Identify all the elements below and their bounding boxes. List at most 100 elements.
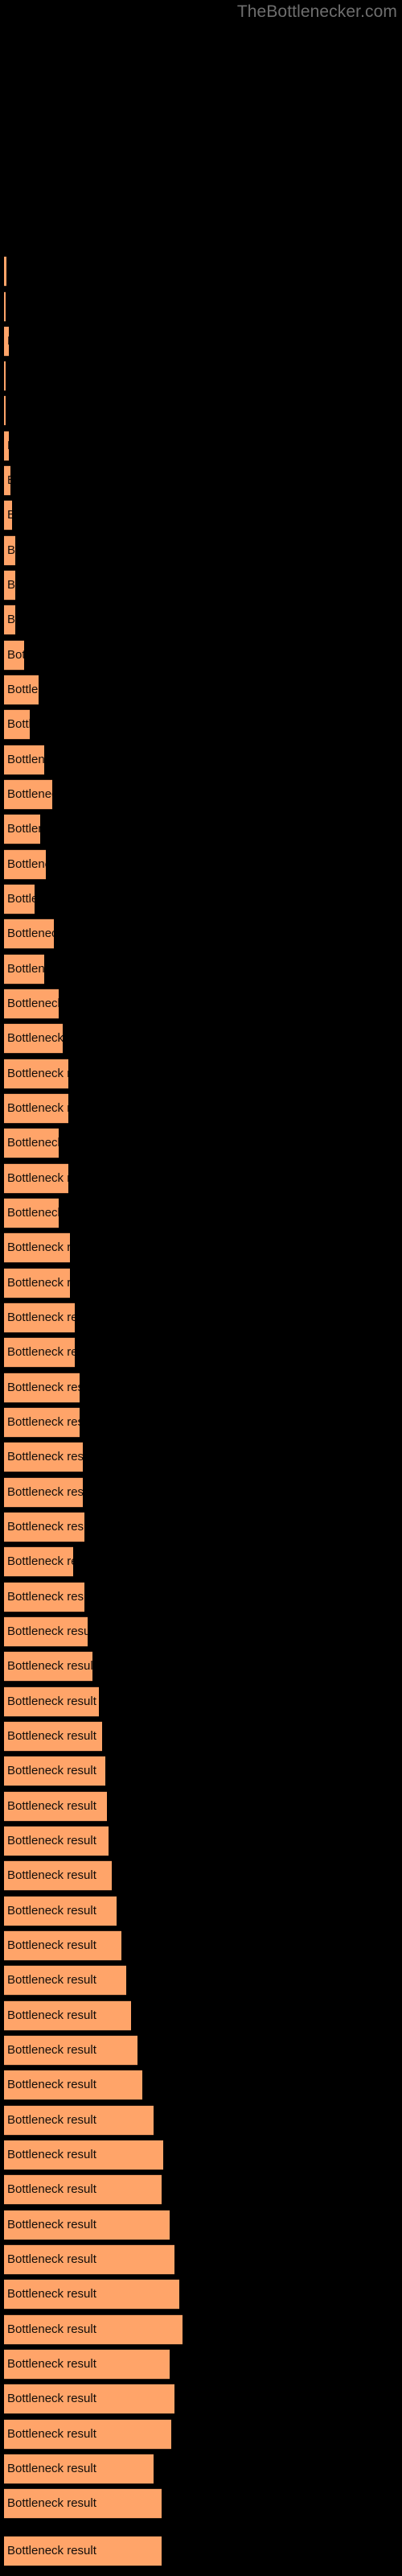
bar-label: Bottleneck result	[7, 2218, 96, 2231]
bar-2[interactable]: Bottleneck result	[4, 291, 6, 322]
bar-45[interactable]: Bottleneck result	[4, 1791, 107, 1822]
bar-40[interactable]: Bottleneck result	[4, 1616, 88, 1647]
bar-1[interactable]: Bottleneck result	[4, 256, 6, 287]
bar-35[interactable]: Bottleneck result	[4, 1442, 83, 1472]
bar-62[interactable]: Bottleneck result	[4, 2384, 174, 2414]
bar-61[interactable]: Bottleneck result	[4, 2349, 170, 2380]
bar-13[interactable]: Bottleneck result	[4, 675, 39, 705]
bar-10[interactable]: Bottleneck result	[4, 570, 15, 601]
bar-label: Bottleneck result	[7, 2322, 96, 2336]
bar-label: Bottleneck result	[7, 648, 24, 662]
bar-56[interactable]: Bottleneck result	[4, 2174, 162, 2205]
bar-54[interactable]: Bottleneck result	[4, 2105, 154, 2136]
bar-43[interactable]: Bottleneck result	[4, 1721, 102, 1752]
bar-16[interactable]: Bottleneck result	[4, 779, 52, 810]
bar-17[interactable]: Bottleneck result	[4, 814, 40, 844]
bar-label: Bottleneck result	[7, 1695, 96, 1708]
bar-31[interactable]: Bottleneck result	[4, 1302, 75, 1333]
bar-9[interactable]: Bottleneck result	[4, 535, 15, 566]
bar-66[interactable]: Bottleneck result	[4, 2536, 162, 2566]
bar-42[interactable]: Bottleneck result	[4, 1686, 99, 1717]
bar-19[interactable]: Bottleneck result	[4, 884, 35, 914]
bar-6[interactable]: Bottleneck result	[4, 431, 9, 461]
bar-51[interactable]: Bottleneck result	[4, 2000, 131, 2031]
bar-41[interactable]: Bottleneck result	[4, 1651, 92, 1682]
bar-48[interactable]: Bottleneck result	[4, 1896, 117, 1926]
bar-label: Bottleneck result	[7, 2113, 96, 2127]
bar-label: Bottleneck result	[7, 1450, 83, 1463]
bar-label: Bottleneck result	[7, 508, 12, 522]
bar-25[interactable]: Bottleneck result	[4, 1093, 68, 1124]
bar-63[interactable]: Bottleneck result	[4, 2419, 171, 2450]
bar-18[interactable]: Bottleneck result	[4, 849, 46, 880]
bar-label: Bottleneck result	[7, 892, 35, 906]
bar-59[interactable]: Bottleneck result	[4, 2279, 179, 2310]
bar-55[interactable]: Bottleneck result	[4, 2140, 163, 2170]
bar-12[interactable]: Bottleneck result	[4, 640, 24, 671]
bar-label: Bottleneck result	[7, 2496, 96, 2510]
bar-label: Bottleneck result	[7, 822, 40, 836]
bar-49[interactable]: Bottleneck result	[4, 1930, 121, 1961]
bar-label: Bottleneck result	[7, 1624, 88, 1638]
bar-label: Bottleneck result	[7, 613, 15, 626]
bar-24[interactable]: Bottleneck result	[4, 1059, 68, 1089]
bar-37[interactable]: Bottleneck result	[4, 1512, 84, 1542]
bar-label: Bottleneck result	[7, 2148, 96, 2161]
bar-label: Bottleneck result	[7, 1868, 96, 1882]
bar-58[interactable]: Bottleneck result	[4, 2244, 174, 2275]
bar-3[interactable]: Bottleneck result	[4, 326, 9, 357]
bar-64[interactable]: Bottleneck result	[4, 2454, 154, 2484]
bar-21[interactable]: Bottleneck result	[4, 954, 44, 985]
bar-33[interactable]: Bottleneck result	[4, 1373, 80, 1403]
bar-label: Bottleneck result	[7, 1136, 59, 1150]
bar-label: Bottleneck result	[7, 1311, 75, 1324]
bar-60[interactable]: Bottleneck result	[4, 2314, 183, 2345]
bar-label: Bottleneck result	[7, 1938, 96, 1952]
bar-label: Bottleneck result	[7, 334, 9, 349]
bar-label: Bottleneck result	[7, 2008, 96, 2022]
bar-29[interactable]: Bottleneck result	[4, 1232, 70, 1263]
bar-label: Bottleneck result	[7, 1101, 68, 1115]
bar-30[interactable]: Bottleneck result	[4, 1268, 70, 1298]
bar-39[interactable]: Bottleneck result	[4, 1582, 84, 1612]
bar-label: Bottleneck result	[7, 1485, 83, 1499]
bar-11[interactable]: Bottleneck result	[4, 605, 15, 635]
bar-46[interactable]: Bottleneck result	[4, 1826, 109, 1856]
bar-28[interactable]: Bottleneck result	[4, 1198, 59, 1228]
bar-53[interactable]: Bottleneck result	[4, 2070, 142, 2100]
bar-27[interactable]: Bottleneck result	[4, 1163, 68, 1194]
bar-52[interactable]: Bottleneck result	[4, 2035, 137, 2066]
bar-23[interactable]: Bottleneck result	[4, 1023, 63, 1054]
bar-label: Bottleneck result	[7, 1834, 96, 1847]
bar-36[interactable]: Bottleneck result	[4, 1477, 83, 1508]
bar-label: Bottleneck result	[7, 1381, 80, 1394]
bar-34[interactable]: Bottleneck result	[4, 1407, 80, 1438]
bar-4[interactable]: Bottleneck result	[4, 361, 6, 391]
bar-label: Bottleneck result	[7, 2392, 96, 2405]
bar-32[interactable]: Bottleneck result	[4, 1337, 75, 1368]
bar-label: Bottleneck result	[7, 2427, 96, 2441]
bar-7[interactable]: Bottleneck result	[4, 465, 10, 496]
bar-38[interactable]: Bottleneck result	[4, 1546, 73, 1577]
bar-label: Bottleneck result	[7, 1171, 68, 1185]
bar-65[interactable]: Bottleneck result	[4, 2488, 162, 2519]
bar-label: Bottleneck result	[7, 1031, 63, 1045]
bar-22[interactable]: Bottleneck result	[4, 989, 59, 1019]
bar-label: Bottleneck result	[7, 1520, 84, 1534]
bar-label: Bottleneck result	[7, 1659, 92, 1673]
bar-57[interactable]: Bottleneck result	[4, 2210, 170, 2240]
bar-label: Bottleneck result	[7, 1729, 96, 1743]
bar-8[interactable]: Bottleneck result	[4, 500, 12, 530]
bar-14[interactable]: Bottleneck result	[4, 709, 30, 740]
bar-20[interactable]: Bottleneck result	[4, 919, 54, 949]
bar-44[interactable]: Bottleneck result	[4, 1756, 105, 1786]
bar-26[interactable]: Bottleneck result	[4, 1128, 59, 1158]
bottleneck-bar-chart: Bottleneck result Bottleneck result Bottle…	[0, 0, 402, 2576]
bar-5[interactable]: Bottleneck result	[4, 395, 6, 426]
bar-label: Bottleneck result	[7, 1904, 96, 1918]
bar-15[interactable]: Bottleneck result	[4, 745, 44, 775]
bar-label: Bottleneck result	[7, 2043, 96, 2057]
bar-47[interactable]: Bottleneck result	[4, 1860, 112, 1891]
bar-label: Bottleneck result	[7, 578, 15, 592]
bar-50[interactable]: Bottleneck result	[4, 1965, 126, 1996]
